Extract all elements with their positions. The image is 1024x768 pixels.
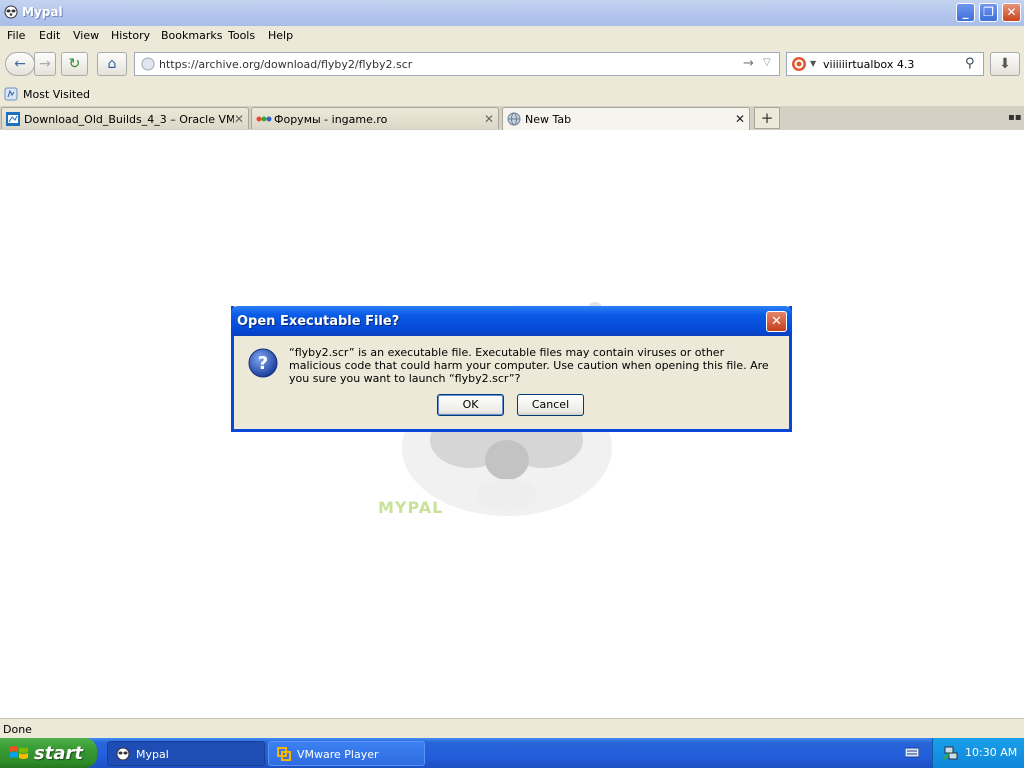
cancel-button[interactable]: Cancel: [517, 394, 584, 416]
ok-button[interactable]: OK: [437, 394, 504, 416]
url-dropdown-icon[interactable]: ▽: [763, 57, 771, 68]
menu-file[interactable]: File: [7, 29, 25, 42]
menu-history[interactable]: History: [111, 29, 150, 42]
tab-new-tab[interactable]: New Tab ✕: [502, 107, 750, 131]
mypal-app-icon: [4, 5, 18, 19]
status-bar: Done: [0, 718, 1024, 739]
search-bar[interactable]: ▼ viiiiiirtualbox 4.3 ⚲: [786, 52, 984, 76]
tab-label: New Tab: [525, 113, 572, 126]
dialog-close-button[interactable]: ✕: [766, 311, 787, 332]
dialog-title: Open Executable File?: [237, 314, 400, 329]
question-icon: ?: [248, 348, 278, 378]
menu-bar: File Edit View History Bookmarks Tools H…: [0, 26, 1024, 46]
bookmarks-toolbar: Most Visited: [0, 84, 1024, 106]
download-arrow-icon: ⬇: [999, 56, 1011, 72]
menu-tools[interactable]: Tools: [228, 29, 255, 42]
dialog-message: “flyby2.scr” is an executable file. Exec…: [289, 346, 769, 385]
watermark-text: MYPAL: [378, 498, 444, 517]
back-button[interactable]: ←: [5, 52, 35, 76]
menu-bookmarks[interactable]: Bookmarks: [161, 29, 222, 42]
restore-icon: ❐: [983, 5, 994, 19]
tab-close-icon[interactable]: ✕: [735, 112, 745, 126]
plus-icon: +: [760, 109, 774, 127]
downloads-button[interactable]: ⬇: [990, 52, 1020, 76]
window-title: Mypal: [22, 5, 63, 19]
taskbar-item-mypal[interactable]: Mypal: [107, 741, 265, 766]
tab-close-icon[interactable]: ✕: [234, 112, 244, 126]
tab-label: Форумы - ingame.ro: [274, 113, 388, 126]
reload-icon: ↻: [68, 56, 81, 72]
page-globe-icon: [141, 57, 155, 71]
tab-forum-ingame[interactable]: Форумы - ingame.ro ✕: [251, 107, 499, 129]
taskbar-item-vmware-player[interactable]: VMware Player: [268, 741, 425, 766]
search-icon[interactable]: ⚲: [965, 56, 975, 71]
home-icon: ⌂: [107, 56, 117, 72]
close-icon: ✕: [1006, 5, 1017, 19]
tab-close-icon[interactable]: ✕: [484, 112, 494, 126]
back-arrow-icon: ←: [14, 56, 26, 72]
go-arrow-icon[interactable]: →: [743, 56, 754, 71]
start-button[interactable]: start: [0, 738, 97, 768]
close-icon: ✕: [771, 314, 782, 329]
home-button[interactable]: ⌂: [97, 52, 127, 76]
search-engine-icon[interactable]: [791, 56, 807, 72]
bookmark-most-visited[interactable]: Most Visited: [23, 88, 90, 101]
url-text[interactable]: https://archive.org/download/flyby2/flyb…: [159, 58, 412, 71]
taskbar-item-label: Mypal: [136, 748, 169, 761]
menu-help[interactable]: Help: [268, 29, 293, 42]
clock[interactable]: 10:30 AM: [965, 746, 1017, 759]
system-tray: 10:30 AM: [932, 738, 1024, 768]
menu-edit[interactable]: Edit: [39, 29, 60, 42]
vmware-icon: [277, 747, 291, 761]
forward-button[interactable]: →: [34, 52, 56, 76]
svg-text:?: ?: [258, 353, 268, 374]
mypal-app-icon: [116, 747, 130, 761]
network-icon[interactable]: [943, 745, 959, 761]
tab-list-icon[interactable]: ▪▪: [1008, 112, 1022, 123]
forward-arrow-icon: →: [39, 56, 51, 72]
forum-icon: [256, 112, 272, 126]
close-window-button[interactable]: ✕: [1002, 3, 1021, 22]
url-bar[interactable]: https://archive.org/download/flyby2/flyb…: [134, 52, 780, 76]
window-title-bar[interactable]: Mypal _ ❐ ✕: [0, 0, 1024, 27]
most-visited-icon: [4, 87, 18, 101]
start-label: start: [34, 743, 83, 764]
search-engine-dropdown-icon[interactable]: ▼: [810, 59, 816, 68]
globe-icon: [507, 112, 521, 126]
maximize-button[interactable]: ❐: [979, 3, 998, 22]
status-text: Done: [3, 723, 32, 736]
virtualbox-icon: [6, 112, 20, 126]
keyboard-icon[interactable]: [904, 746, 920, 758]
windows-logo-icon: [9, 744, 29, 762]
taskbar-item-label: VMware Player: [297, 748, 379, 761]
new-tab-button[interactable]: +: [754, 107, 780, 129]
reload-button[interactable]: ↻: [61, 52, 88, 76]
search-input[interactable]: viiiiiirtualbox 4.3: [823, 58, 914, 71]
minimize-icon: _: [962, 5, 969, 19]
tab-download-old-builds[interactable]: Download_Old_Builds_4_3 – Oracle VM Vi..…: [1, 107, 249, 129]
dialog-title-bar[interactable]: Open Executable File? ✕: [231, 306, 792, 336]
menu-view[interactable]: View: [73, 29, 99, 42]
tab-label: Download_Old_Builds_4_3 – Oracle VM Vi..…: [24, 113, 234, 126]
minimize-button[interactable]: _: [956, 3, 975, 22]
